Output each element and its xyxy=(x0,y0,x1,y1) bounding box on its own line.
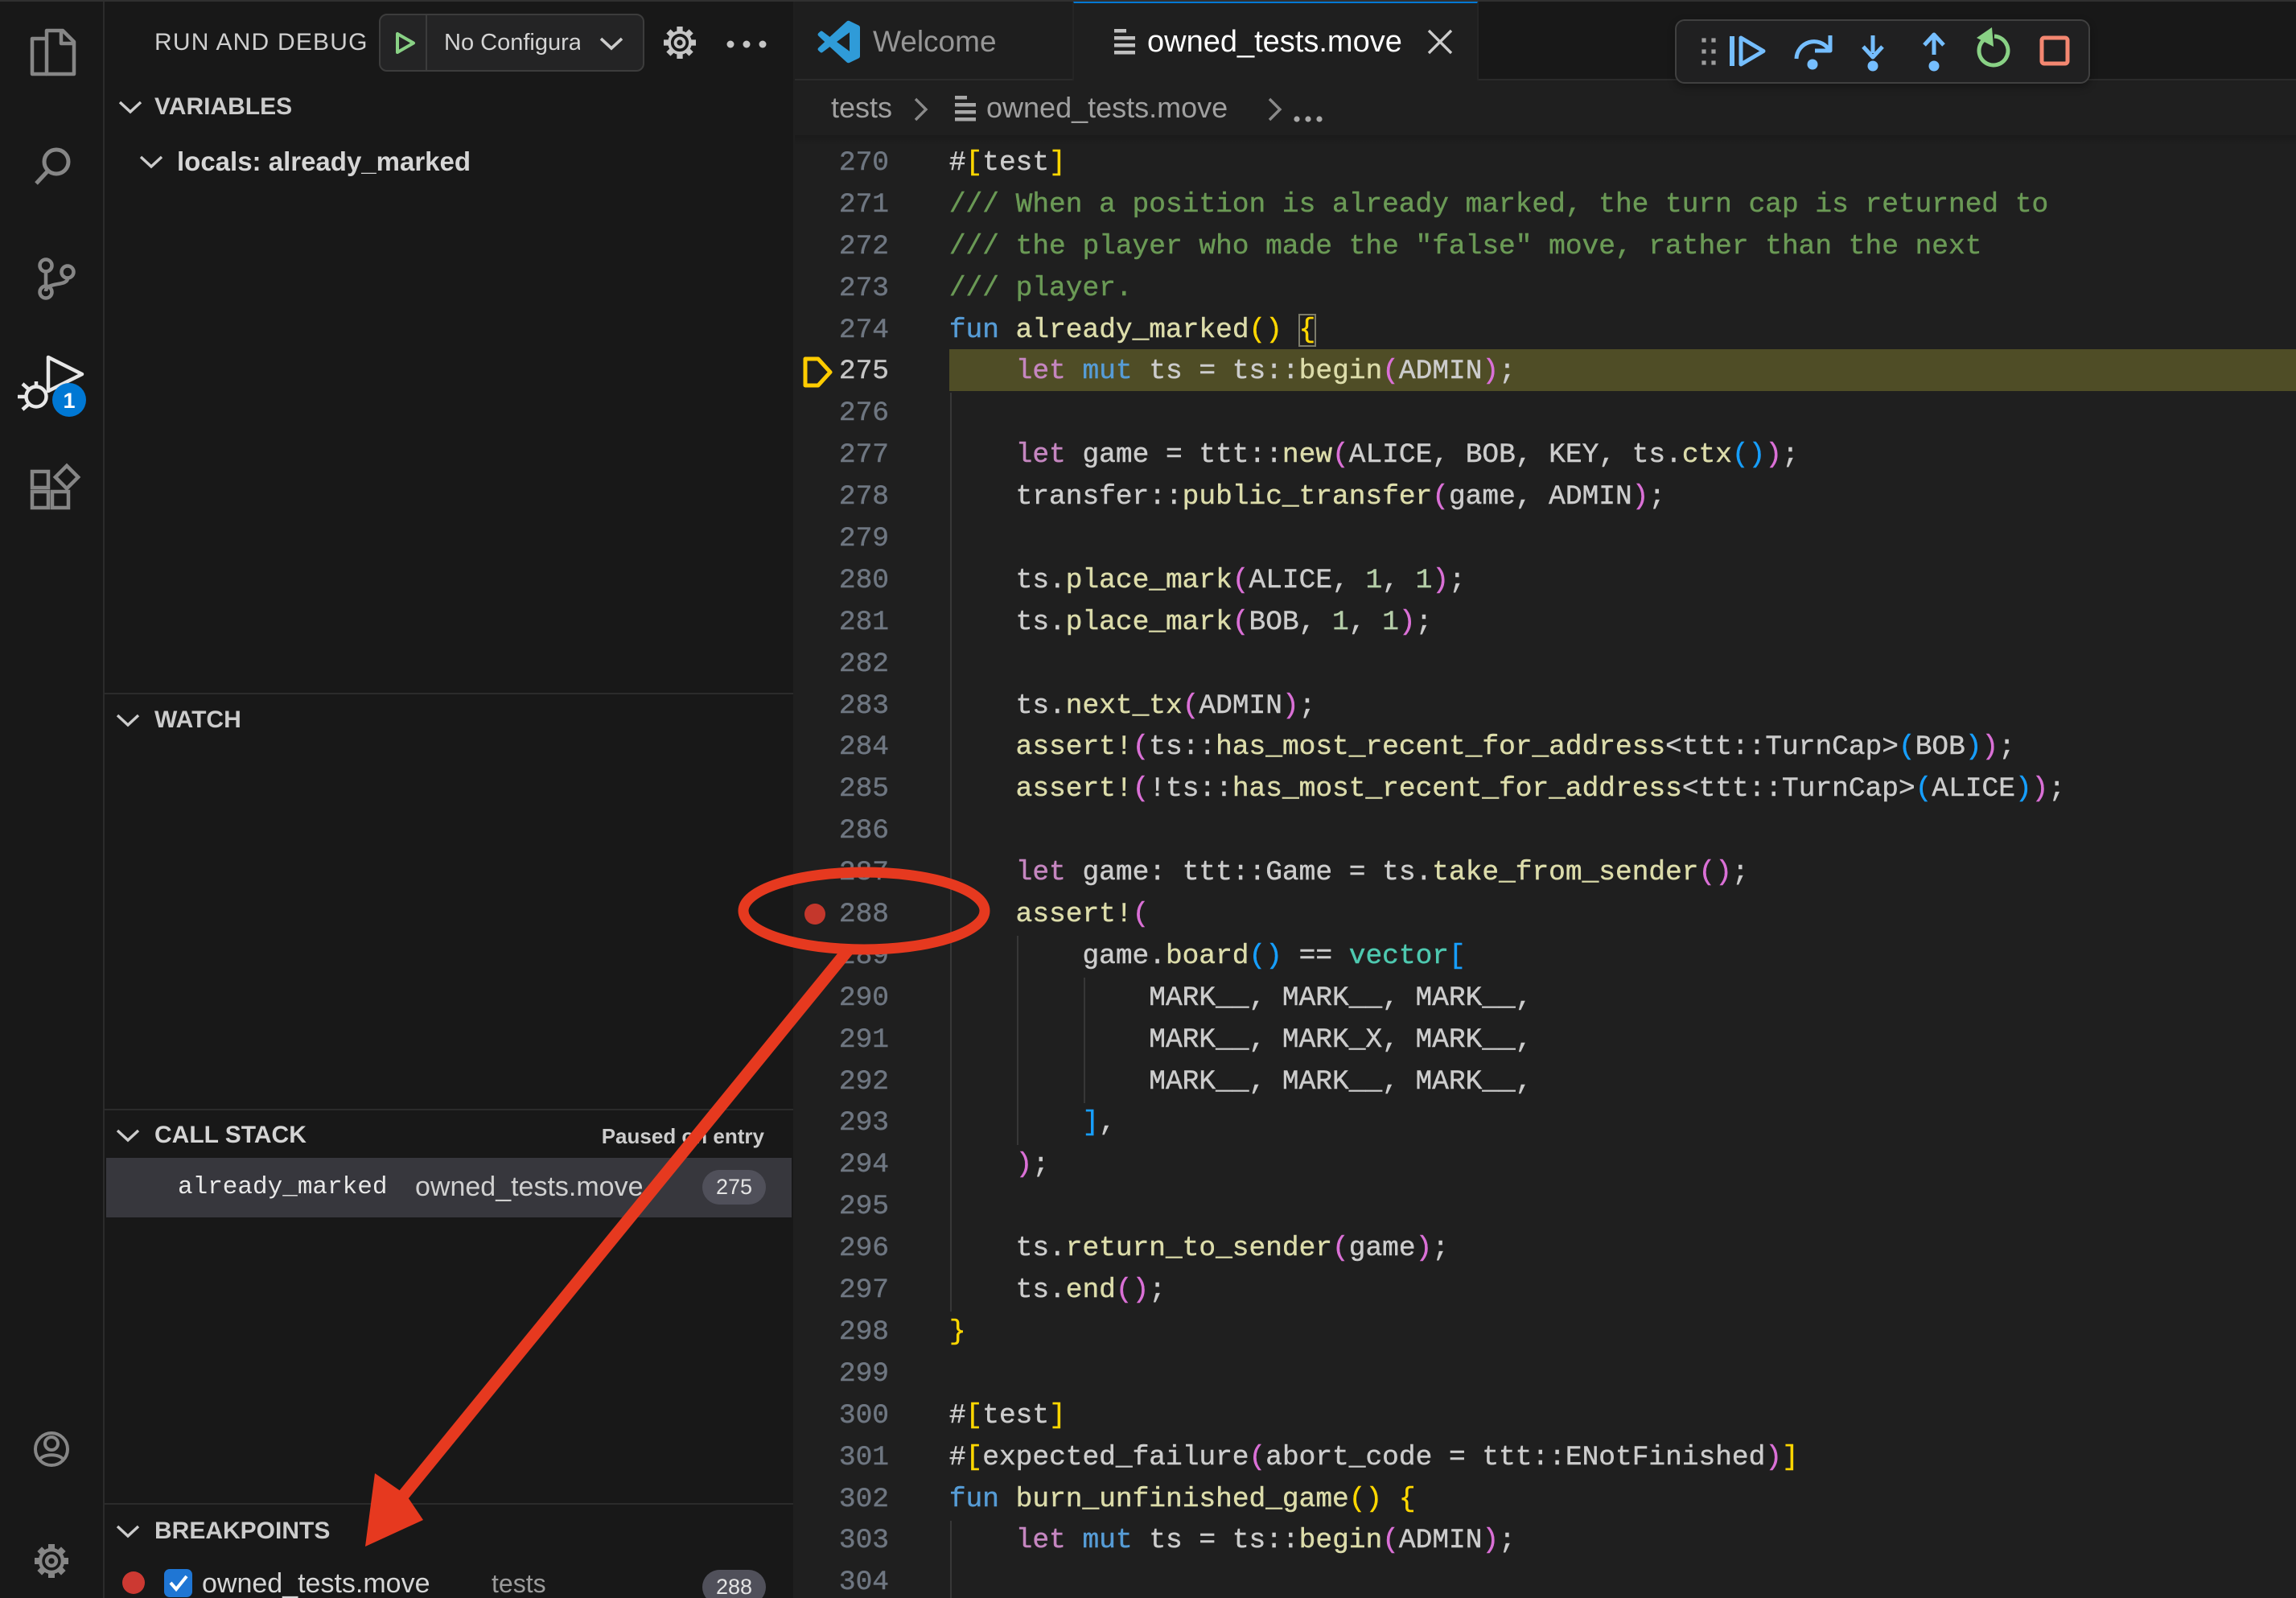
svg-text:1: 1 xyxy=(63,389,75,413)
